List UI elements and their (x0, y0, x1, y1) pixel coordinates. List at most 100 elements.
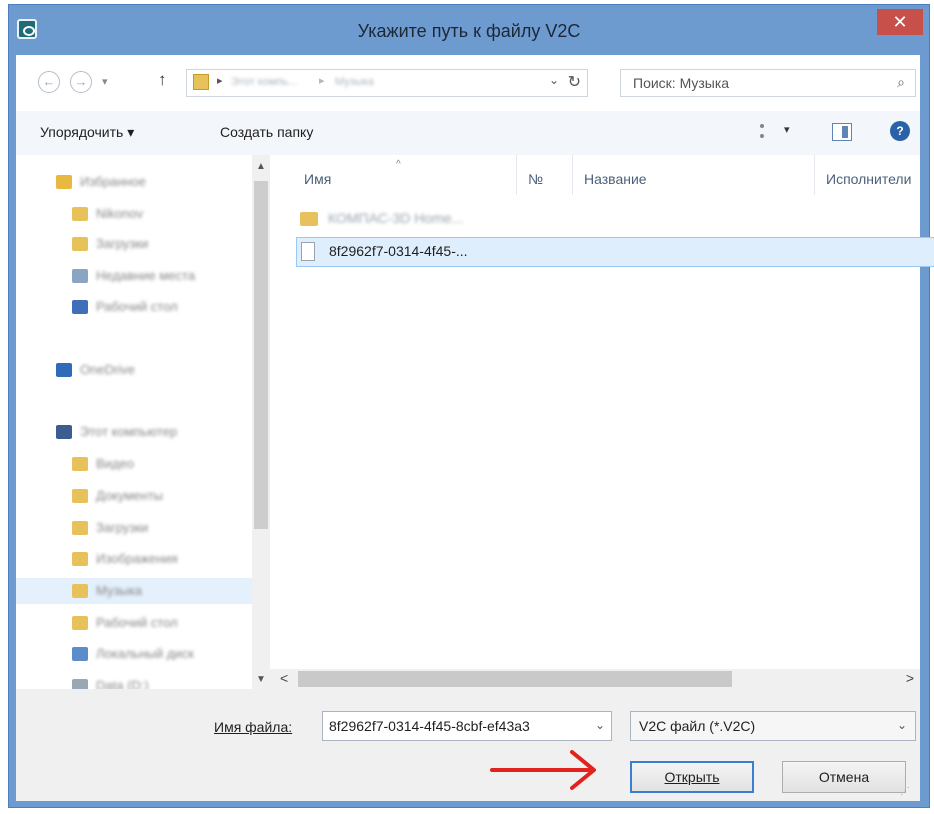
file-list: ^ Имя № Название Исполнители КОМПАС-3D H… (270, 155, 934, 689)
filename-value[interactable]: 8f2962f7-0314-4f45-8cbf-ef43a3 (329, 718, 579, 734)
search-input[interactable]: Поиск: Музыка (633, 75, 729, 91)
sidebar-item[interactable]: Загрузки (16, 231, 252, 257)
view-dropdown-icon[interactable]: ▾ (784, 123, 790, 136)
sidebar-item-label: Загрузки (96, 520, 149, 535)
search-box[interactable]: Поиск: Музыка ⌕ (620, 69, 916, 97)
window-title: Укажите путь к файлу V2C (357, 21, 581, 41)
open-button[interactable]: Открыть (630, 761, 754, 793)
sidebar-item-icon (56, 363, 72, 377)
scroll-left-icon[interactable]: < (280, 670, 288, 686)
column-divider[interactable] (572, 155, 573, 195)
sidebar-item-label: Изображения (96, 551, 178, 566)
address-dropdown-icon[interactable]: ⌄ (549, 73, 559, 87)
breadcrumb-separator-icon: ▸ (319, 75, 325, 87)
file-list-horizontal-scrollbar[interactable]: < > (270, 669, 920, 689)
column-header-name[interactable]: Имя (304, 171, 331, 187)
sidebar-item-label: Рабочий стол (96, 615, 178, 630)
sort-ascending-icon: ^ (396, 159, 401, 170)
sidebar-item[interactable]: Этот компьютер (16, 419, 252, 445)
column-header-number[interactable]: № (528, 171, 543, 187)
history-dropdown[interactable]: ▾ (102, 75, 108, 88)
sidebar-item-label: Рабочий стол (96, 299, 178, 314)
filename-label: Имя файла: (214, 719, 292, 735)
column-header-artists[interactable]: Исполнители (826, 171, 911, 187)
sidebar-item-label: OneDrive (80, 362, 135, 377)
search-icon[interactable]: ⌕ (897, 74, 905, 91)
refresh-icon[interactable]: ↻ (568, 72, 581, 92)
title-bar[interactable]: Укажите путь к файлу V2C ✕ (9, 5, 929, 55)
sidebar-item[interactable]: Загрузки (16, 515, 252, 541)
sidebar-item[interactable]: Локальный диск (16, 641, 252, 667)
filetype-select[interactable]: V2C файл (*.V2C) ⌄ (630, 711, 916, 741)
sidebar-item-label: Data (D:) (96, 678, 149, 689)
sidebar-item-icon (72, 237, 88, 251)
navigation-bar: ← → ▾ ↑ ▸ Этот компь... ▸ Музыка ⌄ ↻ Пои… (16, 55, 920, 111)
preview-pane-icon[interactable] (832, 123, 852, 141)
navigation-pane-scrollbar[interactable]: ▲ ▼ (252, 155, 270, 689)
help-icon[interactable]: ? (890, 121, 910, 141)
scrollbar-thumb[interactable] (254, 181, 268, 529)
sidebar-item-label: Nikonov (96, 206, 143, 221)
filename-dropdown-icon[interactable]: ⌄ (595, 718, 605, 732)
file-name: 8f2962f7-0314-4f45-... (329, 243, 468, 259)
scrollbar-thumb[interactable] (298, 671, 732, 687)
sidebar-item-icon (56, 425, 72, 439)
sidebar-item-icon (72, 647, 88, 661)
breadcrumb-separator-icon: ▸ (217, 75, 223, 87)
close-button[interactable]: ✕ (877, 9, 923, 35)
view-options-icon[interactable] (760, 124, 776, 138)
dialog-footer: Имя файла: 8f2962f7-0314-4f45-8cbf-ef43a… (16, 689, 920, 801)
organize-button[interactable]: Упорядочить ▾ (40, 124, 134, 141)
sidebar-item-icon (72, 679, 88, 689)
sidebar-item[interactable]: Музыка (16, 578, 252, 604)
sidebar-item[interactable]: Документы (16, 483, 252, 509)
sidebar-item[interactable]: Data (D:) (16, 673, 252, 689)
scroll-up-icon[interactable]: ▲ (256, 161, 266, 172)
open-button-label: Открыть (664, 769, 720, 785)
sidebar-item[interactable]: Видео (16, 451, 252, 477)
sidebar-item-icon (72, 489, 88, 503)
sidebar-item[interactable]: Рабочий стол (16, 610, 252, 636)
sidebar-item[interactable]: Изображения (16, 546, 252, 572)
sidebar-item-label: Музыка (96, 583, 142, 598)
sidebar-item[interactable]: Недавние места (16, 263, 252, 289)
sidebar-item[interactable]: Избранное (16, 169, 252, 195)
sidebar-item-label: Локальный диск (96, 646, 194, 661)
filetype-dropdown-icon[interactable]: ⌄ (897, 718, 907, 732)
sidebar-item-icon (72, 552, 88, 566)
sidebar-item-label: Загрузки (96, 236, 149, 251)
folder-row[interactable]: КОМПАС-3D Home... (296, 205, 934, 235)
back-button[interactable]: ← (38, 71, 60, 93)
sidebar-item[interactable]: Рабочий стол (16, 294, 252, 320)
breadcrumb-item[interactable]: Музыка (335, 76, 374, 88)
column-header-title[interactable]: Название (584, 171, 647, 187)
scroll-right-icon[interactable]: > (906, 670, 914, 686)
cancel-button[interactable]: Отмена (782, 761, 906, 793)
sidebar-item-icon (72, 584, 88, 598)
column-divider[interactable] (516, 155, 517, 195)
breadcrumb-item[interactable]: Этот компь... (231, 76, 297, 88)
sidebar-item-icon (72, 300, 88, 314)
filename-field[interactable]: 8f2962f7-0314-4f45-8cbf-ef43a3 ⌄ (322, 711, 612, 741)
file-icon (301, 242, 315, 261)
forward-button[interactable]: → (70, 71, 92, 93)
filetype-value: V2C файл (*.V2C) (639, 718, 756, 734)
dialog-client-area: ← → ▾ ↑ ▸ Этот компь... ▸ Музыка ⌄ ↻ Пои… (16, 55, 934, 801)
sidebar-item[interactable]: Nikonov (16, 201, 252, 227)
resize-grip-icon[interactable]: ⋰ (900, 786, 910, 797)
column-divider[interactable] (814, 155, 815, 195)
scroll-down-icon[interactable]: ▼ (256, 674, 266, 685)
sidebar-item-icon (72, 207, 88, 221)
sidebar-item-icon (56, 175, 72, 189)
sidebar-item-icon (72, 457, 88, 471)
navigation-pane: Избранное Nikonov Загрузки Недавние места Ра… (16, 155, 270, 689)
new-folder-button[interactable]: Создать папку (220, 124, 313, 140)
sidebar-item-label: Избранное (80, 174, 146, 189)
address-bar[interactable]: ▸ Этот компь... ▸ Музыка ⌄ ↻ (186, 69, 588, 97)
sidebar-item-label: Видео (96, 456, 134, 471)
command-toolbar: Упорядочить ▾ Создать папку ▾ ? (16, 111, 920, 156)
file-row[interactable]: 8f2962f7-0314-4f45-... (296, 237, 934, 267)
sidebar-item[interactable]: OneDrive (16, 357, 252, 383)
file-dialog-window: Укажите путь к файлу V2C ✕ ← → ▾ ↑ ▸ Это… (8, 4, 934, 808)
up-button[interactable]: ↑ (158, 70, 167, 90)
